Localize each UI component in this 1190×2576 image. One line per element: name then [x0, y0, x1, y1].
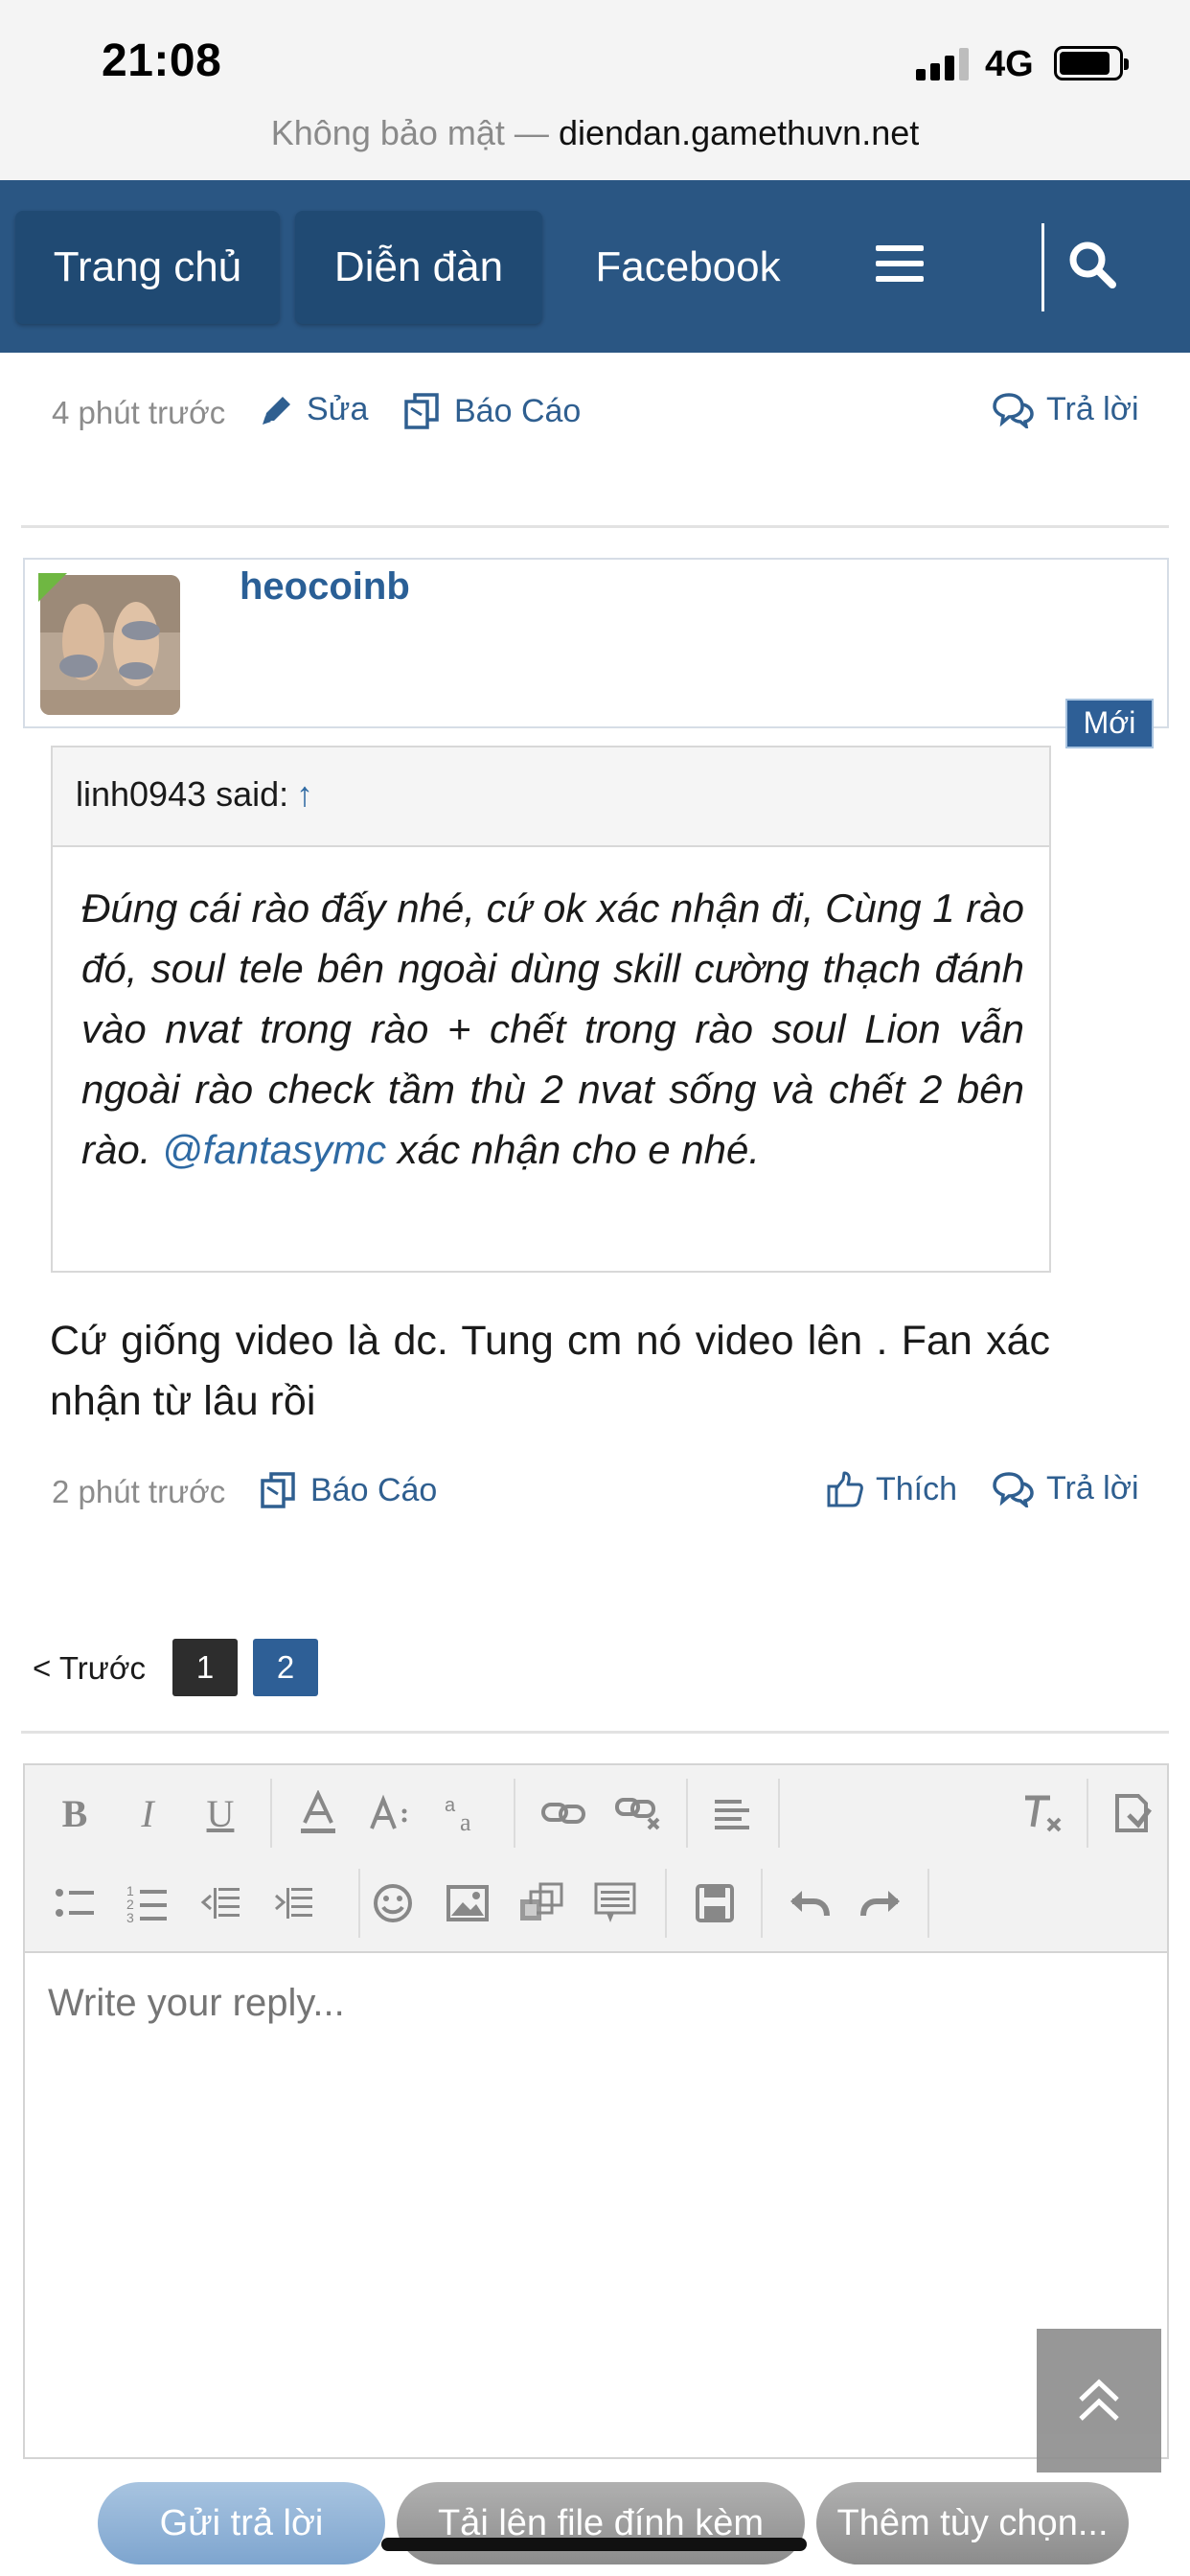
nav-tab-home[interactable]: Trang chủ	[15, 211, 280, 324]
svg-text:a: a	[445, 1795, 456, 1816]
insert-quote-icon[interactable]	[584, 1873, 646, 1934]
status-time: 21:08	[102, 35, 222, 86]
svg-text:a: a	[460, 1808, 471, 1834]
reply-editor: B I U aa 1 2 3 Write your reply...	[23, 1763, 1169, 2459]
smiley-icon[interactable]	[362, 1873, 423, 1934]
italic-icon[interactable]: I	[117, 1782, 178, 1844]
edit-button[interactable]: Sửa	[259, 391, 368, 428]
nav-tab-forum[interactable]: Diễn đàn	[295, 211, 542, 324]
reply-label: Trả lời	[1046, 1470, 1139, 1506]
hamburger-menu-icon[interactable]	[876, 245, 924, 284]
submit-reply-button[interactable]: Gửi trả lời	[98, 2482, 385, 2564]
font-family-icon[interactable]: aa	[435, 1782, 496, 1844]
url-domain: diendan.gamethuvn.net	[558, 113, 920, 152]
redo-icon[interactable]	[851, 1873, 912, 1934]
previous-page-link[interactable]: < Trước	[33, 1650, 146, 1687]
user-mention-link[interactable]: @fantasymc	[162, 1127, 386, 1172]
new-post-badge: Mới	[1065, 699, 1154, 748]
signal-icon	[916, 48, 970, 80]
more-options-button[interactable]: Thêm tùy chọn...	[816, 2482, 1129, 2564]
align-left-icon[interactable]	[701, 1782, 763, 1844]
pencil-icon	[263, 396, 290, 425]
post-time: 4 phút trước	[52, 395, 226, 430]
report-label: Báo Cáo	[454, 392, 582, 429]
toolbar-separator	[927, 1869, 929, 1938]
nav-divider	[1041, 223, 1044, 311]
font-color-icon[interactable]	[287, 1782, 349, 1844]
underline-icon[interactable]: U	[190, 1782, 251, 1844]
quote-text: Đúng cái rào đấy nhé, cứ ok xác nhận đi,…	[81, 878, 1024, 1180]
toolbar-separator	[761, 1869, 763, 1938]
pagination-divider	[21, 1731, 1169, 1734]
unlink-icon[interactable]	[607, 1782, 669, 1844]
network-type: 4G	[985, 44, 1034, 84]
link-icon[interactable]	[533, 1782, 594, 1844]
url-security-label: Không bảo mật —	[270, 113, 549, 152]
bullet-list-icon[interactable]	[44, 1873, 105, 1934]
svg-text:3: 3	[126, 1910, 134, 1924]
like-button[interactable]: Thích	[826, 1470, 957, 1508]
toolbar-separator	[270, 1779, 272, 1848]
url-bar[interactable]: Không bảo mật — diendan.gamethuvn.net	[0, 113, 1190, 153]
search-icon[interactable]	[1065, 238, 1119, 291]
undo-icon[interactable]	[778, 1873, 839, 1934]
report-icon	[404, 393, 439, 429]
media-icon[interactable]	[510, 1873, 571, 1934]
online-indicator	[38, 573, 67, 602]
scroll-to-top-button[interactable]	[1037, 2329, 1161, 2472]
save-draft-icon[interactable]	[684, 1873, 745, 1934]
reply-button[interactable]: Trả lời	[991, 1470, 1139, 1507]
post-divider	[21, 525, 1169, 528]
reply-textarea[interactable]	[48, 1982, 1102, 2025]
toolbar-separator	[514, 1779, 515, 1848]
quote-header: linh0943 said: ↑	[53, 748, 1049, 847]
home-indicator	[381, 2538, 807, 2551]
toolbar-separator	[686, 1779, 688, 1848]
toolbar-separator	[358, 1869, 360, 1938]
report-button[interactable]: Báo Cáo	[402, 391, 581, 431]
double-chevron-up-icon	[1079, 2379, 1119, 2421]
image-icon[interactable]	[437, 1873, 498, 1934]
quote-author: linh0943 said:	[76, 774, 289, 814]
quote-text-end: xác nhận cho e nhé.	[397, 1127, 761, 1172]
page-button-2-current[interactable]: 2	[253, 1639, 318, 1696]
username[interactable]: heocoinb	[240, 565, 410, 609]
speech-bubbles-icon	[993, 392, 1034, 428]
post-user-header: heocoinb	[23, 558, 1169, 728]
report-icon	[261, 1472, 295, 1508]
reply-button[interactable]: Trả lời	[991, 391, 1139, 428]
post-message: Cứ giống video là dc. Tung cm nó video l…	[50, 1318, 1050, 1424]
quote-block: linh0943 said: ↑ Đúng cái rào đấy nhé, cứ…	[51, 746, 1051, 1273]
edit-label: Sửa	[307, 391, 369, 427]
indent-icon[interactable]	[263, 1873, 324, 1934]
page-button-1[interactable]: 1	[172, 1639, 238, 1696]
upload-attachment-button[interactable]: Tải lên file đính kèm	[397, 2482, 805, 2564]
quote-jump-arrow-icon[interactable]: ↑	[296, 774, 313, 814]
toolbar-separator	[778, 1779, 780, 1848]
post-time: 2 phút trước	[52, 1474, 226, 1509]
report-button[interactable]: Báo Cáo	[259, 1470, 437, 1510]
toolbar-separator	[665, 1869, 667, 1938]
bold-icon[interactable]: B	[44, 1782, 105, 1844]
numbered-list-icon[interactable]: 123	[117, 1873, 178, 1934]
nav-tab-facebook[interactable]: Facebook	[575, 211, 801, 324]
reply-label: Trả lời	[1046, 391, 1139, 427]
font-size-icon[interactable]	[360, 1782, 422, 1844]
like-label: Thích	[876, 1470, 958, 1507]
editor-toolbar: B I U aa 1 2 3	[25, 1765, 1167, 1953]
battery-icon	[1054, 46, 1129, 80]
thumbs-up-icon	[827, 1471, 863, 1507]
remove-formatting-icon[interactable]	[1012, 1782, 1073, 1844]
toolbar-separator	[1087, 1779, 1088, 1848]
toggle-bbcode-icon[interactable]	[1102, 1782, 1163, 1844]
speech-bubbles-icon	[993, 1471, 1034, 1507]
forum-navbar: Trang chủ Diễn đàn Facebook	[0, 180, 1190, 353]
report-label: Báo Cáo	[310, 1471, 438, 1508]
status-bar: 21:08 4G Không bảo mật — diendan.gamethu…	[0, 0, 1190, 180]
outdent-icon[interactable]	[190, 1873, 251, 1934]
